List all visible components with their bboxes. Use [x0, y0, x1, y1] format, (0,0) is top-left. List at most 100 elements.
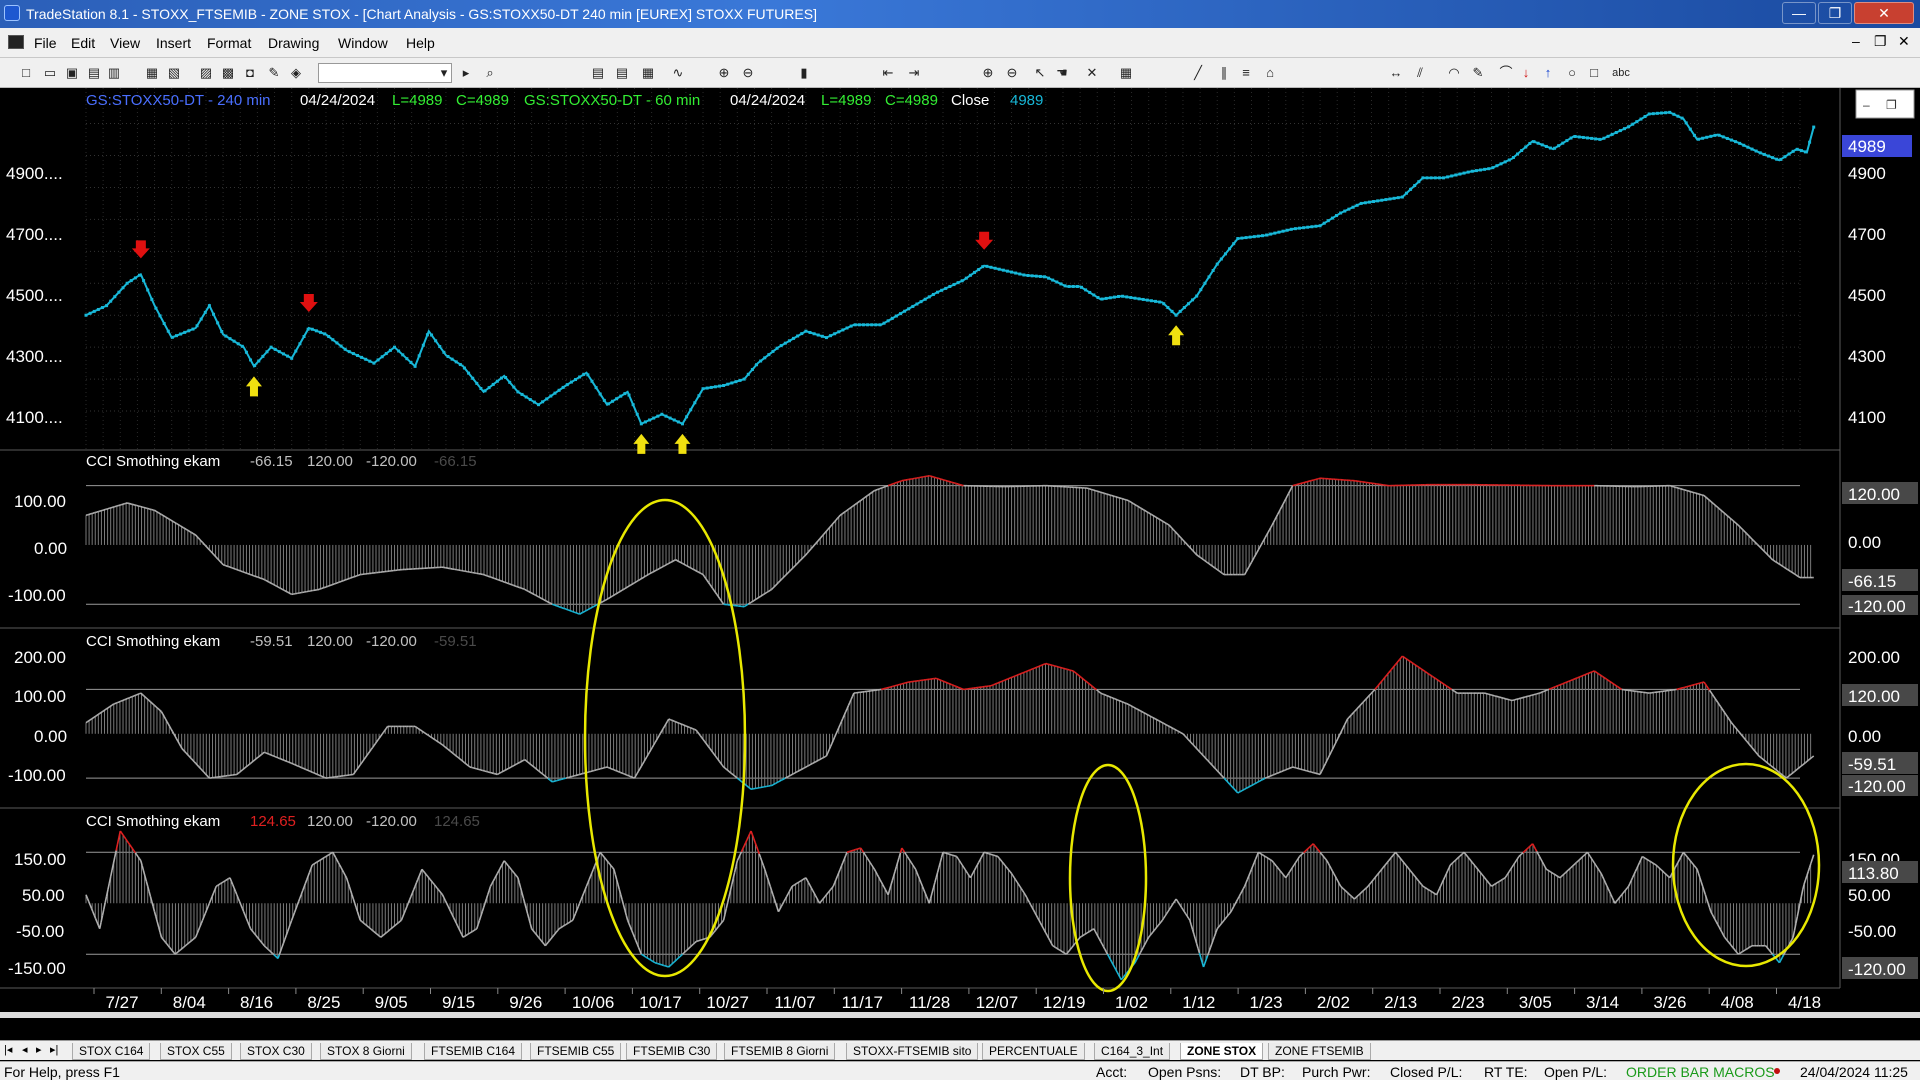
magnify-icon[interactable]: ⊕ — [980, 65, 996, 81]
mdi-close-button[interactable]: ✕ — [1898, 33, 1910, 50]
price-bar — [1236, 237, 1240, 241]
symbol-combo[interactable] — [318, 63, 452, 83]
cci-slow-line-segment — [746, 603, 749, 606]
price-bar — [1228, 247, 1232, 251]
open-folder-icon[interactable]: ▭ — [42, 65, 58, 81]
combo-dropdown-icon[interactable]: ▾ — [436, 65, 452, 81]
copy-icon[interactable]: ▩ — [220, 65, 236, 81]
hotlist-icon[interactable]: ▦ — [1118, 65, 1134, 81]
cci-slow-line-segment — [538, 596, 541, 599]
hand-icon[interactable]: ☚ — [1054, 65, 1070, 81]
menu-view[interactable]: View — [110, 35, 140, 51]
shapes-icon[interactable]: ◈ — [288, 65, 304, 81]
window-close-button[interactable]: ✕ — [1854, 2, 1914, 24]
cci-mid-line-segment — [305, 768, 308, 771]
menu-insert[interactable]: Insert — [156, 35, 191, 51]
cci-slow-line-segment — [1252, 556, 1255, 561]
combo-next-icon[interactable]: ▸ — [458, 65, 474, 81]
price-bar — [1380, 198, 1384, 202]
cci-mid-line-segment — [307, 769, 310, 772]
price-bar — [833, 332, 837, 336]
parallel-lines-icon[interactable]: ⫽ — [1412, 65, 1428, 81]
grid-icon[interactable]: ▦ — [640, 65, 656, 81]
price-bar — [1557, 144, 1561, 148]
arc-icon[interactable]: ◠ — [1446, 65, 1462, 81]
cci-slow-line-segment — [581, 611, 585, 614]
new-document-icon[interactable]: □ — [18, 65, 34, 81]
trendline-icon[interactable]: ╱ — [1190, 65, 1206, 81]
lock-icon[interactable]: ◘ — [242, 65, 258, 81]
pointer-icon[interactable]: ↖ — [1032, 65, 1048, 81]
chart-analysis-window[interactable]: GS:STOXX50-DT - 240 min 04/24/2024 L=498… — [0, 88, 1920, 1018]
cci-mid-line-segment — [1559, 683, 1562, 686]
text-tool-icon[interactable]: abc — [1610, 65, 1632, 81]
cci-mid-line-segment — [1377, 683, 1380, 687]
cci-mid-line-segment — [382, 729, 386, 733]
zoom-in-icon[interactable]: ⊕ — [716, 65, 732, 81]
close-workspace-icon[interactable]: ▤ — [86, 65, 102, 81]
menu-help[interactable]: Help — [406, 35, 435, 51]
ellipse-icon[interactable]: ○ — [1564, 65, 1580, 81]
scroll-left-icon[interactable]: ⇤ — [880, 65, 896, 81]
horizontal-arrow-icon[interactable]: ↔ — [1388, 65, 1404, 81]
cci-mid-line-segment — [450, 750, 453, 754]
window-minimize-button[interactable]: — — [1782, 2, 1816, 24]
curve-icon[interactable]: ⌒ — [1498, 65, 1514, 81]
cci-slow-line-segment — [208, 549, 212, 552]
pencil-icon[interactable]: ✎ — [1470, 65, 1486, 81]
vertical-lines-icon[interactable]: ∥ — [1216, 65, 1232, 81]
cci-mid-line-segment — [1198, 750, 1202, 754]
rectangle-icon[interactable]: □ — [1586, 65, 1602, 81]
cci-mid-line-segment — [695, 729, 699, 733]
price-bar — [372, 361, 376, 365]
indicator-icon[interactable]: ∿ — [670, 65, 686, 81]
cci-mid-line-segment — [207, 776, 210, 779]
cci-fast-line-segment — [258, 938, 261, 942]
scroll-right-icon[interactable]: ⇥ — [906, 65, 922, 81]
cut-icon[interactable]: ▨ — [198, 65, 214, 81]
print-icon[interactable]: ▧ — [166, 65, 182, 81]
mdi-minimize-button[interactable]: – — [1852, 33, 1860, 49]
open-workspace-icon[interactable]: ▣ — [64, 65, 80, 81]
chart-document-icon[interactable] — [8, 35, 24, 49]
cci-mid-line-segment — [299, 766, 302, 769]
horizontal-lines-icon[interactable]: ≡ — [1238, 65, 1254, 81]
save-icon[interactable]: ▥ — [106, 65, 122, 81]
symbol-search-icon[interactable]: ⌕ — [482, 65, 498, 81]
cci-fast-line-segment — [112, 856, 116, 864]
cci-mid-line-segment — [747, 786, 751, 789]
cci-mid-line-segment — [465, 763, 468, 766]
window-maximize-button[interactable]: ❐ — [1818, 2, 1852, 24]
cci-slow-line-segment — [1264, 534, 1268, 538]
cci-mid-line-segment — [273, 755, 276, 758]
cci-mid-line-segment — [1035, 666, 1038, 669]
menu-window[interactable]: Window — [338, 35, 388, 51]
price-bar — [1302, 226, 1306, 230]
chart-canvas[interactable]: GS:STOXX50-DT - 240 min 04/24/2024 L=498… — [0, 88, 1920, 1018]
cci-mid-line-segment — [694, 728, 697, 731]
cci-mid-line-segment — [182, 749, 186, 753]
zoom-out-icon[interactable]: ⊖ — [740, 65, 756, 81]
menu-file[interactable]: File — [34, 35, 57, 51]
gann-fan-icon[interactable]: ⌂ — [1262, 65, 1278, 81]
cci-mid-line-segment — [1159, 720, 1162, 723]
tools-icon[interactable]: ✕ — [1084, 65, 1100, 81]
price-bar — [323, 332, 327, 336]
menu-drawing[interactable]: Drawing — [268, 35, 319, 51]
magnify-out-icon[interactable]: ⊖ — [1004, 65, 1020, 81]
cci-mid-line-segment — [1353, 709, 1357, 713]
cci-mid-line-segment — [279, 757, 282, 760]
arrow-up-icon[interactable]: ↑ — [1540, 65, 1556, 81]
chart-bar-icon[interactable]: ▮ — [796, 65, 812, 81]
mdi-restore-button[interactable]: ❐ — [1874, 33, 1887, 50]
layout-icon[interactable]: ▤ — [590, 65, 606, 81]
price-bar — [1330, 216, 1334, 220]
cci-mid-line-segment — [716, 757, 719, 761]
arrow-down-icon[interactable]: ↓ — [1518, 65, 1534, 81]
format-icon[interactable]: ✎ — [266, 65, 282, 81]
menu-edit[interactable]: Edit — [71, 35, 95, 51]
layout-2-icon[interactable]: ▤ — [614, 65, 630, 81]
print-preview-icon[interactable]: ▦ — [144, 65, 160, 81]
cci-mid-line-segment — [1177, 730, 1180, 733]
menu-format[interactable]: Format — [207, 35, 251, 51]
